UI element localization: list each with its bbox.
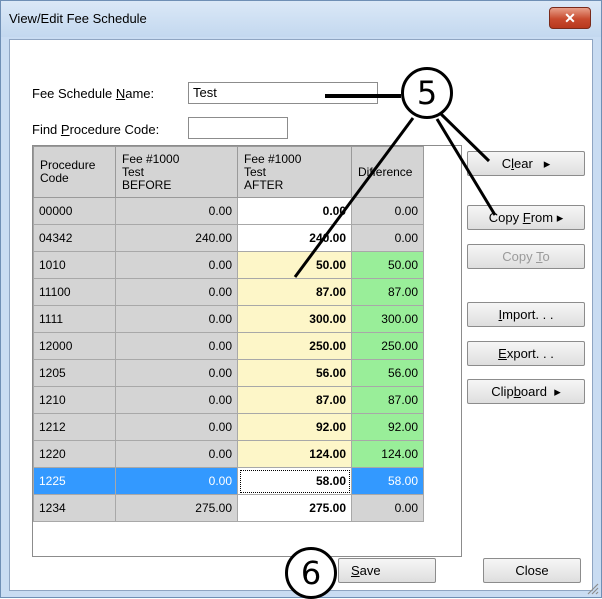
fee-schedule-window: View/Edit Fee Schedule ✕ Fee Schedule Na… — [0, 0, 602, 599]
callout-5-line-to-copy-from — [435, 118, 497, 216]
callout-5-line-to-grid — [293, 117, 415, 278]
callout-6: 6 — [285, 547, 337, 599]
annotation-overlay — [293, 94, 497, 278]
callout-5: 5 — [401, 67, 453, 119]
